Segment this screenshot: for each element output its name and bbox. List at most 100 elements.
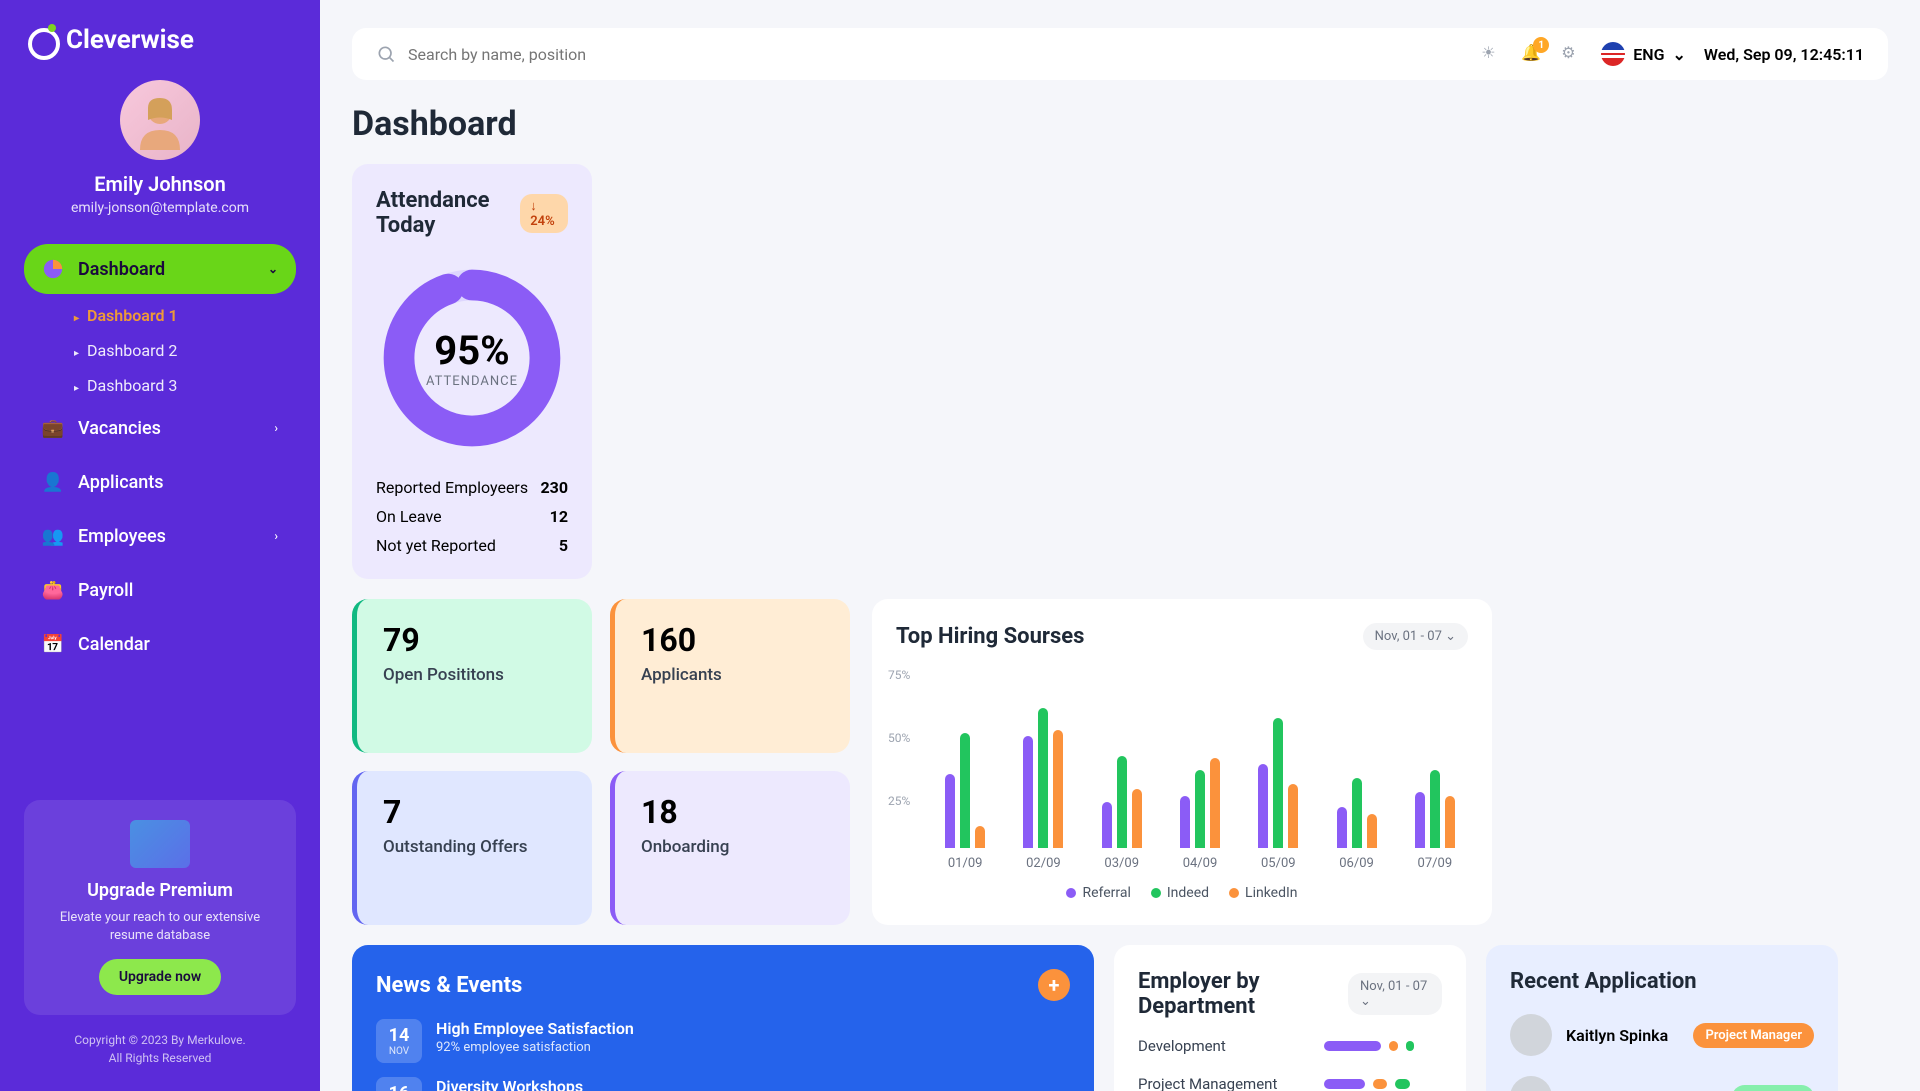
att-row: Reported Employeers230 (376, 478, 568, 497)
nav-label: Vacancies (78, 418, 161, 439)
notif-badge: 1 (1533, 37, 1549, 53)
logo-icon (24, 24, 56, 56)
sidebar: Cleverwise Emily Johnson emily-jonson@te… (0, 0, 320, 1091)
lang-label: ENG (1633, 45, 1664, 64)
chevron-down-icon: ⌄ (268, 262, 278, 276)
news-events-card: News & Events + 14NOVHigh Employee Satis… (352, 945, 1094, 1091)
stat-label: Outstanding Offers (383, 837, 566, 857)
nav-calendar[interactable]: 📅 Calendar (24, 619, 296, 669)
avatar-icon (1510, 1014, 1552, 1056)
upgrade-title: Upgrade Premium (44, 880, 276, 901)
card-title: Employer by Department (1138, 969, 1348, 1019)
user-email: emily-jonson@template.com (24, 200, 296, 216)
upgrade-button[interactable]: Upgrade now (99, 959, 221, 995)
department-card: Employer by Department Nov, 01 - 07 ⌄ De… (1114, 945, 1466, 1091)
stat-value: 160 (641, 621, 824, 659)
main-content: ☀ 🔔1 ⚙ ENG ⌄ Wed, Sep 09, 12:45:11 Dashb… (320, 0, 1920, 1091)
language-selector[interactable]: ENG ⌄ (1601, 42, 1686, 66)
user-avatar[interactable] (120, 80, 200, 160)
folder-icon (130, 820, 190, 868)
att-row: On Leave12 (376, 507, 568, 526)
flag-icon (1601, 42, 1625, 66)
datetime: Wed, Sep 09, 12:45:11 (1704, 45, 1864, 64)
chevron-right-icon: › (274, 421, 278, 435)
upgrade-desc: Elevate your reach to our extensive resu… (44, 909, 276, 945)
briefcase-icon: 💼 (42, 417, 64, 439)
role-tag: Project Manager (1693, 1023, 1814, 1048)
nav-label: Dashboard (78, 259, 165, 280)
nav-sub-dashboard2[interactable]: Dashboard 2 (24, 333, 296, 368)
notifications-icon[interactable]: 🔔1 (1521, 43, 1543, 65)
stat-onboarding[interactable]: 18 Onboarding (610, 771, 850, 925)
nav-label: Employees (78, 526, 166, 547)
upgrade-panel: Upgrade Premium Elevate your reach to ou… (24, 800, 296, 1015)
y-axis: 75% 50% 25% (888, 668, 910, 808)
stat-open-positions[interactable]: 79 Open Posititons (352, 599, 592, 753)
add-news-button[interactable]: + (1038, 969, 1070, 1001)
nav-sub-dashboard3[interactable]: Dashboard 3 (24, 368, 296, 403)
calendar-icon: 📅 (42, 633, 64, 655)
stat-value: 18 (641, 793, 824, 831)
pie-icon (42, 258, 64, 280)
person-icon: 👤 (42, 471, 64, 493)
nav-payroll[interactable]: 👛 Payroll (24, 565, 296, 615)
role-tag: QA Tester (1732, 1085, 1814, 1091)
nav-applicants[interactable]: 👤 Applicants (24, 457, 296, 507)
chart-legend: Referral Indeed LinkedIn (896, 885, 1468, 901)
date-range-selector[interactable]: Nov, 01 - 07 ⌄ (1363, 623, 1468, 650)
nav-sub-dashboard1[interactable]: Dashboard 1 (24, 298, 296, 333)
news-date: 14NOV (376, 1019, 422, 1063)
nav-employees[interactable]: 👥 Employees › (24, 511, 296, 561)
stat-label: Open Posititons (383, 665, 566, 685)
stat-label: Onboarding (641, 837, 824, 857)
news-item[interactable]: 16NOVDiversity WorkshopsInteractive dive… (376, 1077, 1070, 1091)
card-title: News & Events (376, 973, 522, 998)
theme-toggle[interactable]: ☀ (1481, 43, 1503, 65)
att-row: Not yet Reported5 (376, 536, 568, 555)
change-badge: ↓ 24% (520, 194, 568, 233)
stat-value: 7 (383, 793, 566, 831)
people-icon: 👥 (42, 525, 64, 547)
chevron-right-icon: › (274, 529, 278, 543)
avatar-icon (1510, 1076, 1552, 1091)
search-icon (376, 44, 396, 64)
hbar-row: Project Management (1138, 1075, 1442, 1091)
nav-label: Payroll (78, 580, 133, 601)
recent-applications-card: Recent Application Kaitlyn SpinkaProject… (1486, 945, 1838, 1091)
avatar-icon (130, 90, 190, 150)
wallet-icon: 👛 (42, 579, 64, 601)
bar-chart (932, 668, 1468, 848)
stat-offers[interactable]: 7 Outstanding Offers (352, 771, 592, 925)
card-title: Attendance Today (376, 188, 520, 238)
search-wrap (376, 44, 1463, 64)
date-range-selector[interactable]: Nov, 01 - 07 ⌄ (1348, 973, 1442, 1015)
hbar-row: Development (1138, 1037, 1442, 1055)
settings-icon[interactable]: ⚙ (1561, 43, 1583, 65)
brand-logo[interactable]: Cleverwise (24, 24, 296, 56)
card-title: Top Hiring Sourses (896, 624, 1084, 649)
user-name: Emily Johnson (24, 172, 296, 196)
nav-label: Applicants (78, 472, 164, 493)
attendance-label: ATTENDANCE (426, 374, 518, 389)
stat-applicants[interactable]: 160 Applicants (610, 599, 850, 753)
x-axis: 01/0902/0903/0904/0905/0906/0907/09 (932, 856, 1468, 871)
copyright: Copyright © 2023 By Merkulove. All Right… (24, 1031, 296, 1067)
application-row[interactable]: Kaitlyn SpinkaProject Manager (1510, 1014, 1814, 1056)
nav-vacancies[interactable]: 💼 Vacancies › (24, 403, 296, 453)
application-row[interactable]: Oliver FadelQA Tester (1510, 1076, 1814, 1091)
donut-chart: 95% ATTENDANCE (376, 258, 568, 458)
news-item[interactable]: 14NOVHigh Employee Satisfaction92% emplo… (376, 1019, 1070, 1063)
chevron-down-icon: ⌄ (1673, 45, 1686, 64)
hiring-sources-card: Top Hiring Sourses Nov, 01 - 07 ⌄ 75% 50… (872, 599, 1492, 925)
topbar: ☀ 🔔1 ⚙ ENG ⌄ Wed, Sep 09, 12:45:11 (352, 28, 1888, 80)
page-title: Dashboard (352, 104, 1888, 144)
search-input[interactable] (408, 45, 1463, 64)
stat-value: 79 (383, 621, 566, 659)
news-date: 16NOV (376, 1077, 422, 1091)
copyright-line: Copyright © 2023 By Merkulove. (24, 1031, 296, 1049)
attendance-percent: 95% (426, 327, 518, 374)
nav-dashboard[interactable]: Dashboard ⌄ (24, 244, 296, 294)
card-title: Recent Application (1510, 969, 1814, 994)
attendance-card: Attendance Today ↓ 24% 95% ATTENDANCE Re… (352, 164, 592, 579)
copyright-line: All Rights Reserved (24, 1049, 296, 1067)
